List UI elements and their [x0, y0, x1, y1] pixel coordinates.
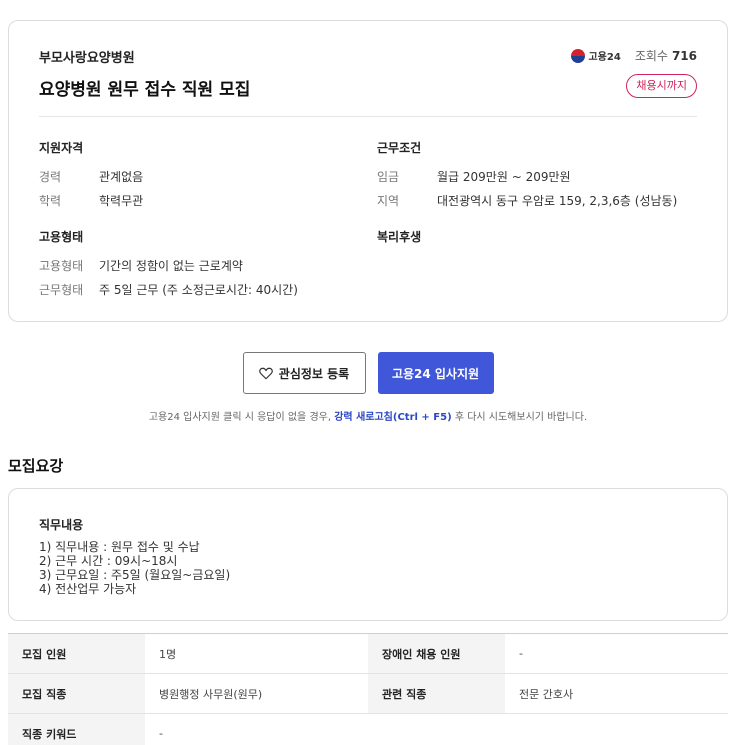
info-row: 임금 월급 209만원 ~ 209만원 [377, 170, 571, 184]
refresh-notice: 고용24 입사지원 클릭 시 응답이 없을 경우, 강력 새로고침(Ctrl +… [148, 412, 588, 423]
table-header-cell: 관련 직종 [368, 674, 505, 713]
deadline-badge: 채용시까지 [626, 74, 697, 98]
views-count: 716 [671, 48, 697, 63]
taegeuk-icon [571, 48, 586, 63]
info-row: 근무형태 주 5일 근무 (주 소정근로시간: 40시간) [39, 283, 298, 297]
table-cell: - [159, 727, 163, 740]
duty-title: 직무내용 [39, 518, 84, 532]
apply-button[interactable]: 고용24 입사지원 [377, 352, 494, 394]
welfare-section: 복리후생 [377, 228, 707, 259]
favorite-button[interactable]: 관심정보 등록 [242, 352, 366, 394]
section-title: 고용형태 [39, 230, 84, 244]
info-row: 지역 대전광역시 동구 우암로 159, 2,3,6층 (성남동) [377, 194, 678, 208]
duty-line: 4) 전산업무 가능자 [39, 582, 137, 596]
section-title: 근무조건 [377, 141, 422, 155]
views-label: 조회수 [634, 49, 668, 63]
table-cell: - [519, 647, 523, 660]
recruit-heading: 모집요강 [8, 457, 64, 475]
table-header-cell: 모집 인원 [8, 634, 145, 673]
job-title: 요양병원 원무 접수 직원 모집 [39, 80, 251, 100]
info-row: 경력 관계없음 [39, 170, 144, 184]
source-info: 고용24 조회수 716 [571, 47, 697, 64]
duty-line: 2) 근무 시간 : 09시~18시 [39, 554, 178, 568]
conditions-section: 근무조건 임금 월급 209만원 ~ 209만원 지역 대전광역시 동구 우암로… [377, 139, 707, 218]
table-cell: 1명 [159, 647, 177, 661]
action-buttons: 관심정보 등록 고용24 입사지원 [0, 352, 736, 394]
favorite-label: 관심정보 등록 [278, 366, 350, 381]
hard-refresh-hint: 강력 새로고침(Ctrl + F5) [334, 412, 452, 423]
table-cell: 전문 간호사 [519, 687, 574, 701]
table-header-cell: 장애인 채용 인원 [368, 634, 505, 673]
duty-description: 1) 직무내용 : 원무 접수 및 수납 2) 근무 시간 : 09시~18시 … [39, 540, 230, 596]
employment-section: 고용형태 고용형태 기간의 정함이 없는 근로계약 근무형태 주 5일 근무 (… [39, 228, 359, 307]
job-summary-card: 부모사랑요양병원 요양병원 원무 접수 직원 모집 고용24 조회수 716 채… [8, 20, 728, 322]
table-row: 직종 키워드 - [8, 714, 728, 745]
info-row: 학력 학력무관 [39, 194, 144, 208]
duty-line: 3) 근무요일 : 주5일 (월요일~금요일) [39, 568, 231, 582]
table-row: 모집 직종 병원행정 사무원(원무) 관련 직종 전문 간호사 [8, 674, 728, 714]
heart-icon [258, 367, 273, 379]
table-header-cell: 직종 키워드 [8, 714, 145, 745]
qualification-section: 지원자격 경력 관계없음 학력 학력무관 [39, 139, 359, 218]
employment24-logo: 고용24 [571, 48, 621, 63]
table-row: 모집 인원 1명 장애인 채용 인원 - [8, 634, 728, 674]
section-title: 복리후생 [377, 230, 422, 244]
divider [39, 116, 697, 117]
table-cell: 병원행정 사무원(원무) [159, 687, 263, 701]
company-name[interactable]: 부모사랑요양병원 [39, 47, 135, 66]
recruit-table: 모집 인원 1명 장애인 채용 인원 - 모집 직종 병원행정 사무원(원무) … [8, 633, 728, 745]
duty-card: 직무내용 1) 직무내용 : 원무 접수 및 수납 2) 근무 시간 : 09시… [8, 488, 728, 621]
duty-line: 1) 직무내용 : 원무 접수 및 수납 [39, 540, 200, 554]
info-row: 고용형태 기간의 정함이 없는 근로계약 [39, 259, 243, 273]
section-title: 지원자격 [39, 141, 84, 155]
table-header-cell: 모집 직종 [8, 674, 145, 713]
